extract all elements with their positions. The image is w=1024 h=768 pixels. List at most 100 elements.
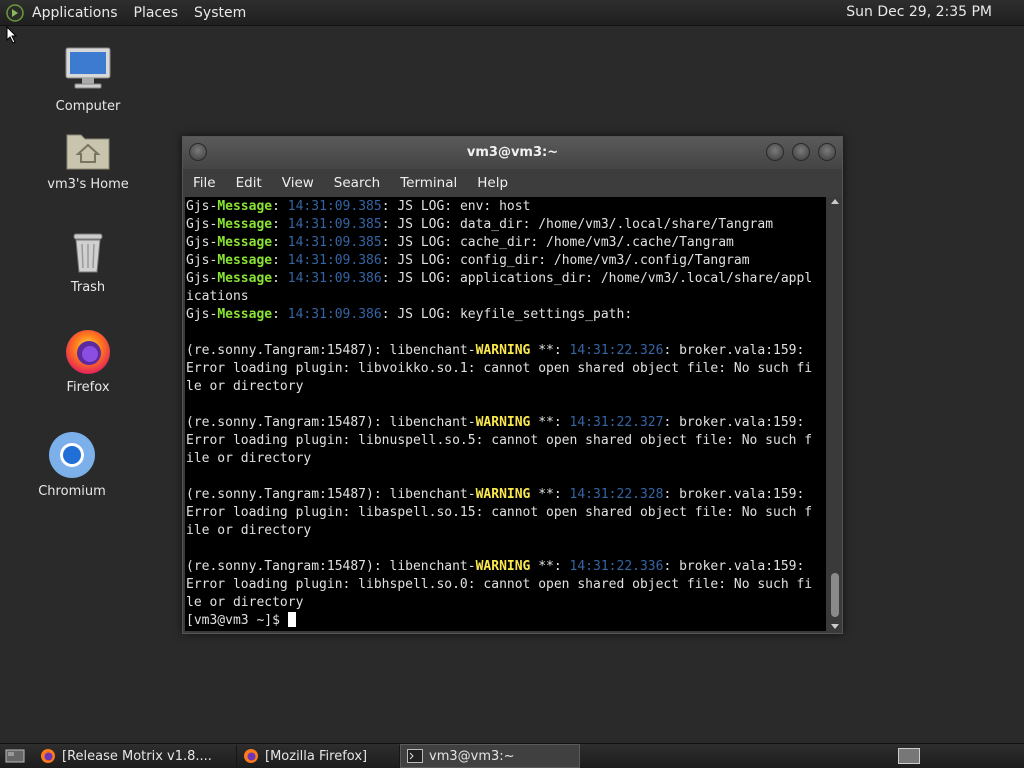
terminal-text-segment: Gjs- [186,307,218,322]
clock[interactable]: Sun Dec 29, 2:35 PM [846,4,992,20]
terminal-text-segment: 14:31:09.386 [287,307,382,322]
terminal-text-segment: 14:31:09.385 [287,235,382,250]
applications-logo-icon[interactable] [6,3,24,22]
terminal-line: Error loading plugin: libnuspell.so.5: c… [186,432,826,450]
terminal-text-segment: WARNING [475,487,531,502]
window-title: vm3@vm3:~ [466,145,559,160]
terminal-text-segment: 14:31:09.385 [287,199,382,214]
terminal-text-segment: Error loading plugin: libaspell.so.15: c… [186,505,813,520]
scrollbar-thumb[interactable] [831,573,839,617]
menu-edit[interactable]: Edit [226,175,272,191]
terminal-text-segment: WARNING [475,415,531,430]
desktop-icon-label: Trash [70,280,106,295]
top-panel: Applications Places System Sun Dec 29, 2:3… [0,0,1024,26]
terminal-line: le or directory [186,378,826,396]
terminal-text-segment: 14:31:22.327 [569,415,664,430]
show-desktop-button[interactable] [4,747,26,765]
terminal-prompt-line: [vm3@vm3 ~]$ [186,612,826,630]
desktop-icon-label: Firefox [66,380,110,395]
top-menu-system[interactable]: System [186,5,254,21]
terminal-text-segment: (re.sonny.Tangram:15487): libenchant- [186,343,476,358]
terminal-text-segment: : broker.vala:159: [663,487,805,502]
desktop-icon-home[interactable]: vm3's Home [43,127,133,192]
terminal-line: ile or directory [186,522,826,540]
close-button[interactable] [818,143,836,161]
desktop-icon-chromium[interactable]: Chromium [27,430,117,499]
menu-search[interactable]: Search [324,175,390,191]
top-menu-places[interactable]: Places [126,5,187,21]
terminal-prompt: [vm3@vm3 ~]$ [186,613,288,628]
terminal-line: Gjs-Message: 14:31:09.385: JS LOG: cache… [186,234,826,252]
terminal-text-segment: Gjs- [186,271,218,286]
workspace-switcher[interactable] [898,748,920,764]
minimize-button[interactable] [766,143,784,161]
maximize-button[interactable] [792,143,810,161]
terminal-text-segment: Error loading plugin: libnuspell.so.5: c… [186,433,813,448]
top-menu-applications[interactable]: Applications [24,5,126,21]
chromium-icon [49,432,95,478]
terminal-text-segment: ications [186,289,249,304]
taskbar-button[interactable]: [Release Motrix v1.8.... [34,745,237,767]
desktop-icon-computer[interactable]: Computer [43,45,133,114]
terminal-text-segment: : JS LOG: applications_dir: /home/vm3/.l… [381,271,813,286]
desktop-icon-firefox[interactable]: Firefox [43,326,133,395]
terminal-text-segment: WARNING [475,343,531,358]
terminal-text-segment: 14:31:09.385 [287,217,382,232]
terminal-text-segment: **: [530,343,570,358]
menu-terminal[interactable]: Terminal [390,175,467,191]
terminal-cursor [287,612,296,627]
terminal-text-segment: Gjs- [186,199,218,214]
menu-help[interactable]: Help [467,175,518,191]
terminal-text-segment: ile or directory [186,451,312,466]
taskbar-button[interactable]: [Mozilla Firefox] [237,745,400,767]
terminal-text-segment: **: [530,559,570,574]
terminal-text-segment: : [272,217,288,232]
terminal-line: Gjs-Message: 14:31:09.386: JS LOG: appli… [186,270,826,288]
terminal-text-segment: (re.sonny.Tangram:15487): libenchant- [186,415,476,430]
terminal-line: Error loading plugin: libaspell.so.15: c… [186,504,826,522]
terminal-scrollbar[interactable] [828,197,842,631]
scroll-down-icon[interactable] [831,624,839,629]
terminal-line: Gjs-Message: 14:31:09.386: JS LOG: keyfi… [186,306,826,324]
terminal-text-segment: Message [217,271,273,286]
desktop-icon-label: vm3's Home [47,177,129,192]
firefox-icon [41,749,55,763]
terminal-text-segment: : broker.vala:159: [663,343,805,358]
terminal-text-segment: : [272,271,288,286]
terminal-text-segment: : [272,199,288,214]
terminal-text-segment: 14:31:09.386 [287,271,382,286]
taskbar-button[interactable]: vm3@vm3:~ [400,744,580,768]
firefox-icon [244,749,258,763]
terminal-line: le or directory [186,594,826,612]
mouse-pointer-icon [6,26,18,44]
computer-icon [65,47,111,89]
terminal-text-segment: 14:31:22.336 [569,559,664,574]
terminal-text-segment: : broker.vala:159: [663,415,805,430]
menu-view[interactable]: View [272,175,324,191]
terminal-text-segment: WARNING [475,559,531,574]
terminal-icon [407,749,423,763]
task-list: [Release Motrix v1.8.... [Mozilla Firefox… [34,744,580,768]
terminal-text-segment: le or directory [186,595,304,610]
terminal-text-segment: Gjs- [186,235,218,250]
top-menu-bar: Applications Places System [24,5,254,21]
terminal-output[interactable]: Gjs-Message: 14:31:09.385: JS LOG: env: … [185,197,826,631]
terminal-line: (re.sonny.Tangram:15487): libenchant-WAR… [186,558,826,576]
terminal-line: Gjs-Message: 14:31:09.385: JS LOG: env: … [186,198,826,216]
taskbar-label: [Release Motrix v1.8.... [62,748,212,764]
terminal-text-segment: le or directory [186,379,304,394]
trash-icon [73,233,103,273]
terminal-line: (re.sonny.Tangram:15487): libenchant-WAR… [186,486,826,504]
desktop-icon-trash[interactable]: Trash [43,226,133,295]
terminal-window[interactable]: vm3@vm3:~ File Edit View Search Terminal Help… [182,136,843,634]
terminal-line: Error loading plugin: libhspell.so.0: ca… [186,576,826,594]
terminal-text-segment: : [272,235,288,250]
menu-file[interactable]: File [183,175,226,191]
window-titlebar[interactable]: vm3@vm3:~ [183,137,842,169]
scroll-up-icon[interactable] [831,199,839,204]
terminal-text-segment: 14:31:22.326 [569,343,664,358]
